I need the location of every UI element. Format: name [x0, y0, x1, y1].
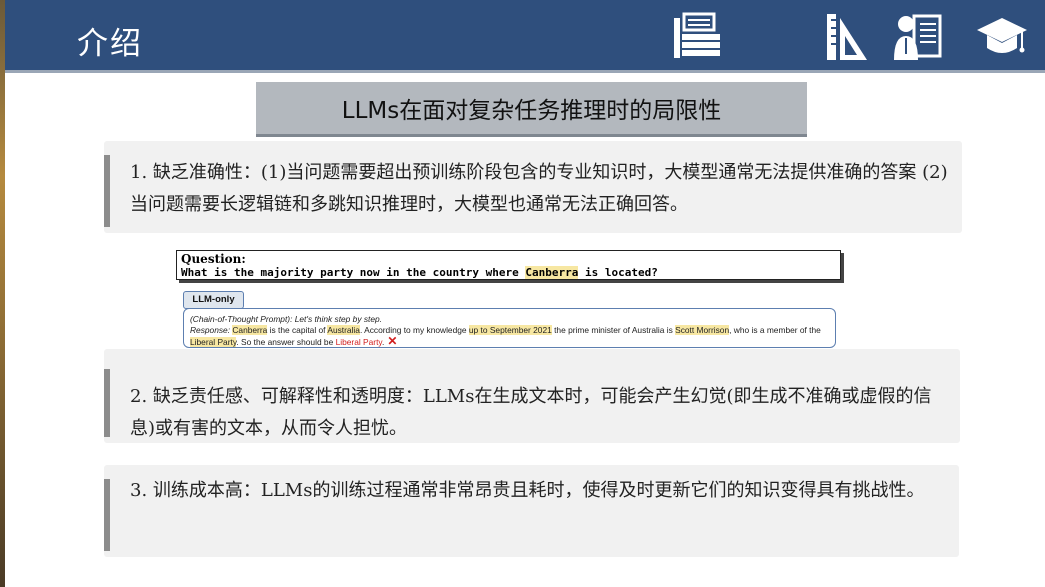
point-text-2: 2. 缺乏责任感、可解释性和透明度：LLMs在生成文本时，可能会产生幻觉(即生成…: [130, 386, 932, 439]
wrong-answer: Liberal Party: [335, 337, 382, 347]
teacher-board-icon: [892, 10, 946, 64]
question-box: Question: What is the majority party now…: [176, 250, 841, 280]
point-card-2: 2. 缺乏责任感、可解释性和透明度：LLMs在生成文本时，可能会产生幻觉(即生成…: [104, 349, 960, 443]
point-text-1: 1. 缺乏准确性：(1)当问题需要超出预训练阶段包含的专业知识时，大模型通常无法…: [130, 162, 948, 215]
books-icon: [670, 10, 724, 64]
point-accent-bar: [104, 369, 110, 437]
response-box: (Chain-of-Thought Prompt): Let's think s…: [183, 308, 836, 348]
response-text: Response: Canberra is the capital of Aus…: [190, 325, 821, 348]
left-edge-strip: [0, 0, 5, 587]
cot-prompt: (Chain-of-Thought Prompt): Let's think s…: [190, 314, 382, 324]
subtitle-box: LLMs在面对复杂任务推理时的局限性: [256, 82, 807, 137]
llm-only-tag: LLM-only: [183, 291, 244, 309]
graduation-cap-icon: [975, 10, 1029, 64]
ruler-triangle-icon: [821, 10, 875, 64]
example-figure: Question: What is the majority party now…: [176, 248, 848, 352]
slide-title: 介绍: [77, 26, 143, 62]
subtitle-text: LLMs在面对复杂任务推理时的局限性: [341, 98, 722, 124]
question-label: Question:: [181, 252, 246, 266]
point-accent-bar: [104, 479, 110, 551]
point-text-3: 3. 训练成本高：LLMs的训练过程通常非常昂贵且耗时，使得及时更新它们的知识变…: [130, 480, 925, 501]
point-accent-bar: [104, 155, 110, 227]
header-bar: 介绍: [5, 0, 1045, 73]
point-card-1: 1. 缺乏准确性：(1)当问题需要超出预训练阶段包含的专业知识时，大模型通常无法…: [104, 141, 962, 233]
wrong-mark-icon: ✕: [387, 334, 398, 348]
question-text: What is the majority party now in the co…: [181, 266, 658, 279]
point-card-3: 3. 训练成本高：LLMs的训练过程通常非常昂贵且耗时，使得及时更新它们的知识变…: [104, 465, 959, 557]
